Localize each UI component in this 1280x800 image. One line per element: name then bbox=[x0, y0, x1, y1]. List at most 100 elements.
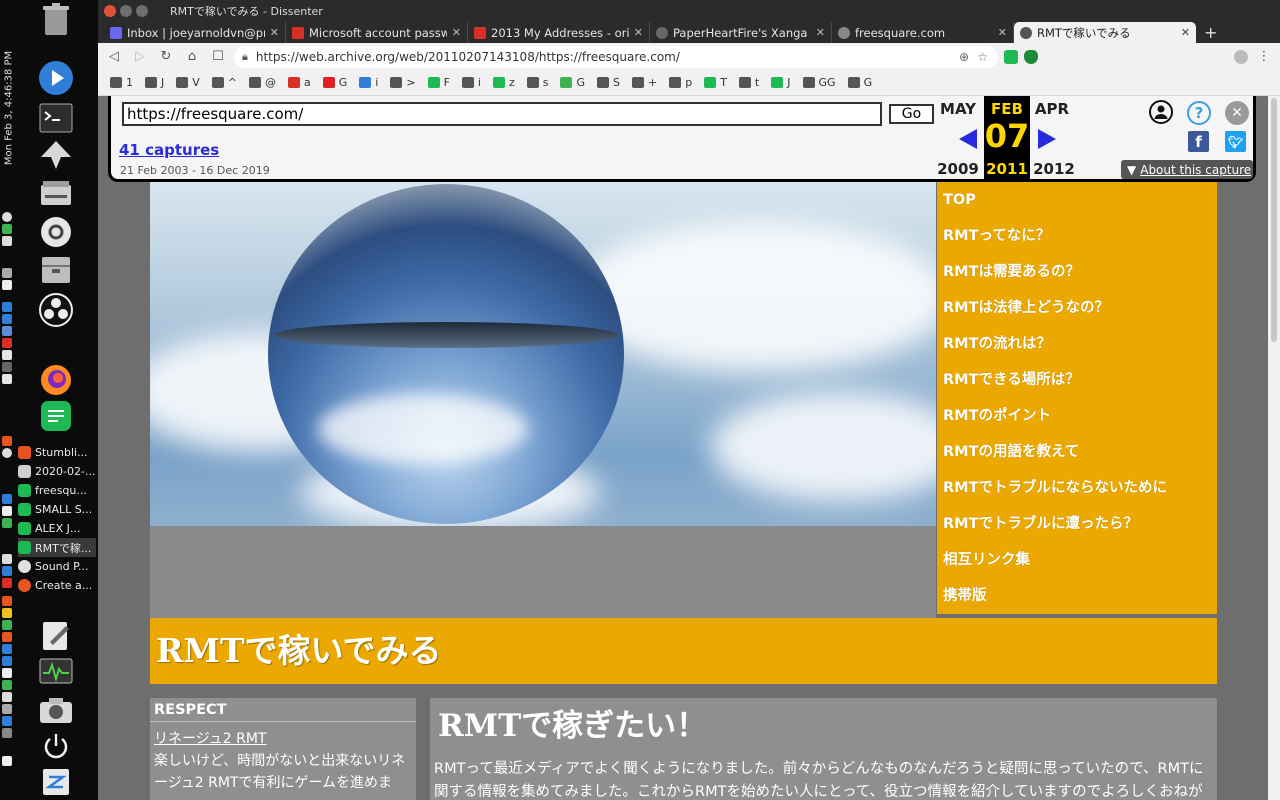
notes-app-icon[interactable] bbox=[36, 396, 76, 436]
address-bar[interactable]: 🔒︎ ⊕ ☆ bbox=[234, 45, 998, 68]
minimize-window-icon[interactable] bbox=[120, 5, 132, 17]
nav-link[interactable]: RMTでトラブルにならないために bbox=[943, 474, 1217, 510]
taskbar-item[interactable]: Create a... bbox=[18, 576, 96, 595]
bookmark-item[interactable]: 1 bbox=[104, 73, 139, 93]
bookmark-item[interactable]: S bbox=[591, 73, 626, 93]
app-indicator-icon[interactable] bbox=[2, 224, 12, 234]
nav-link[interactable]: RMTの用語を教えて bbox=[943, 438, 1217, 474]
close-icon[interactable]: ✕ bbox=[1225, 101, 1249, 125]
bookmark-item[interactable]: J bbox=[765, 73, 796, 93]
star-icon[interactable]: ☆ bbox=[977, 50, 988, 64]
obs-icon[interactable] bbox=[36, 290, 76, 330]
bookmark-item[interactable]: ^ bbox=[206, 73, 243, 93]
nav-link[interactable]: 携帯版 bbox=[943, 582, 1217, 618]
nav-link[interactable]: RMTでトラブルに遭ったら？ bbox=[943, 510, 1217, 546]
next-month-label[interactable]: APR bbox=[1030, 100, 1074, 118]
nav-link[interactable]: RMTってなに？ bbox=[943, 222, 1217, 258]
bookmark-item[interactable]: J bbox=[139, 73, 170, 93]
taskbar-item[interactable]: 2020-02-... bbox=[18, 462, 96, 481]
bookmark-item[interactable]: > bbox=[384, 73, 421, 93]
twitter-icon[interactable]: 🐦︎ bbox=[1225, 131, 1246, 152]
word-icon[interactable] bbox=[2, 314, 12, 324]
bookmark-item[interactable]: G bbox=[317, 73, 354, 93]
network-icon[interactable] bbox=[2, 644, 12, 654]
nav-link[interactable]: RMTの流れは？ bbox=[943, 330, 1217, 366]
close-icon[interactable]: ✕ bbox=[816, 26, 825, 39]
close-window-icon[interactable] bbox=[104, 5, 116, 17]
nav-link[interactable]: 相互リンク集 bbox=[943, 546, 1217, 582]
clipboard-icon[interactable] bbox=[2, 506, 12, 516]
nav-link[interactable]: RMTは法律上どうなの？ bbox=[943, 294, 1217, 330]
skype-icon[interactable] bbox=[2, 326, 12, 336]
home-icon[interactable] bbox=[2, 436, 12, 446]
scroll-thumb[interactable] bbox=[1271, 98, 1277, 342]
record-icon[interactable] bbox=[2, 338, 12, 348]
chat-icon[interactable] bbox=[2, 656, 12, 666]
tab-rmt-active[interactable]: RMTで稼いでみる ✕ bbox=[1014, 22, 1196, 43]
new-tab-button[interactable]: + bbox=[1196, 23, 1225, 43]
bookmark-item[interactable]: @ bbox=[243, 73, 282, 93]
bookmark-item[interactable]: G bbox=[554, 73, 591, 93]
close-icon[interactable]: ✕ bbox=[270, 26, 279, 39]
reload-button[interactable]: ↻ bbox=[156, 47, 176, 67]
usb-icon[interactable] bbox=[2, 704, 12, 714]
go-button[interactable]: Go bbox=[889, 104, 934, 124]
settings-indicator-icon[interactable] bbox=[2, 268, 12, 278]
tab-freesquare[interactable]: freesquare.com ✕ bbox=[832, 22, 1014, 43]
wayback-url-input[interactable] bbox=[122, 102, 882, 126]
prev-year-label[interactable]: 2009 bbox=[936, 160, 980, 178]
url-input[interactable] bbox=[255, 49, 952, 64]
star-icon[interactable] bbox=[2, 608, 12, 618]
about-capture-button[interactable]: ▼ About this capture bbox=[1121, 160, 1253, 179]
bookmark-item[interactable]: G bbox=[842, 73, 879, 93]
taskbar-item[interactable]: ALEX J... bbox=[18, 519, 96, 538]
media-player-icon[interactable] bbox=[36, 58, 76, 98]
calendar-icon[interactable] bbox=[2, 668, 12, 678]
menu-icon[interactable]: ⋮ bbox=[1254, 47, 1274, 67]
taskbar-item-active[interactable]: RMTで稼... bbox=[18, 538, 96, 557]
bookmark-item[interactable]: GG bbox=[797, 73, 842, 93]
inkscape-icon[interactable] bbox=[36, 136, 76, 176]
screen-icon[interactable] bbox=[2, 728, 12, 738]
text-editor-icon[interactable] bbox=[36, 616, 76, 656]
ubuntu-software-icon[interactable] bbox=[36, 212, 76, 252]
home-button[interactable]: ⌂ bbox=[182, 47, 202, 67]
close-icon[interactable]: ✕ bbox=[452, 26, 461, 39]
bookmark-item[interactable]: V bbox=[170, 73, 206, 93]
help-icon[interactable]: ? bbox=[1187, 101, 1211, 125]
sync-icon[interactable] bbox=[2, 680, 12, 690]
bookmark-item[interactable]: i bbox=[353, 73, 384, 93]
battery-icon[interactable] bbox=[2, 236, 12, 246]
previous-capture-arrow-icon[interactable] bbox=[959, 129, 977, 149]
person-icon[interactable] bbox=[2, 756, 12, 766]
taskbar-item[interactable]: Sound P... bbox=[18, 557, 96, 576]
firefox-icon[interactable] bbox=[36, 360, 76, 400]
bookmark-item[interactable]: a bbox=[282, 73, 317, 93]
camera-icon[interactable] bbox=[36, 690, 76, 730]
nav-link[interactable]: RMTできる場所は？ bbox=[943, 366, 1217, 402]
wifi-icon[interactable] bbox=[2, 212, 12, 222]
forward-button[interactable]: ▷ bbox=[130, 47, 150, 67]
next-capture-arrow-icon[interactable] bbox=[1038, 129, 1056, 149]
scanner-icon[interactable] bbox=[36, 174, 76, 214]
archive-manager-icon[interactable] bbox=[36, 250, 76, 290]
bookmark-item[interactable]: i bbox=[456, 73, 487, 93]
tab-microsoft[interactable]: Microsoft account passwo ✕ bbox=[286, 22, 468, 43]
terminal-icon[interactable] bbox=[36, 98, 76, 138]
nav-link[interactable]: TOP bbox=[943, 186, 1217, 222]
dissenter-extension-icon[interactable] bbox=[1004, 49, 1018, 64]
bookmark-item[interactable]: + bbox=[626, 73, 663, 93]
tab-addresses[interactable]: 2013 My Addresses - origin ✕ bbox=[468, 22, 650, 43]
captures-link[interactable]: 41 captures bbox=[119, 141, 219, 159]
facebook-icon[interactable]: f bbox=[1188, 131, 1209, 152]
cloud-icon[interactable] bbox=[2, 280, 12, 290]
green-app-icon[interactable] bbox=[2, 620, 12, 630]
alert-icon[interactable] bbox=[2, 596, 12, 606]
zoom-icon[interactable]: ⊕ bbox=[959, 50, 969, 64]
system-monitor-icon[interactable] bbox=[36, 652, 76, 692]
taskbar-item[interactable]: SMALL S... bbox=[18, 500, 96, 519]
bookmark-item[interactable]: z bbox=[487, 73, 521, 93]
respect-link[interactable]: リネージュ2 RMT bbox=[150, 722, 416, 748]
bookmark-item[interactable]: T bbox=[698, 73, 733, 93]
close-icon[interactable]: ✕ bbox=[1181, 26, 1190, 39]
